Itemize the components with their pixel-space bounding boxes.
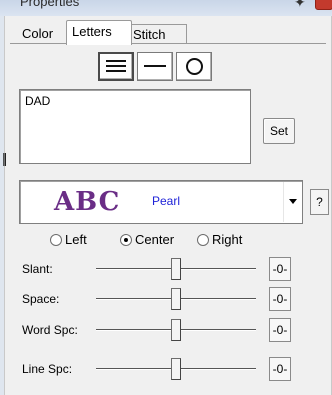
tab-letters[interactable]: Letters <box>66 20 132 45</box>
radio-right-label: Right <box>212 232 243 247</box>
single-line-icon <box>144 65 166 67</box>
slant-value-button[interactable]: -0- <box>269 257 291 281</box>
tab-stitch[interactable]: Stitch <box>127 24 187 44</box>
dock-edge <box>0 16 5 395</box>
circle-text-button[interactable] <box>176 52 212 81</box>
title-bar: Properties ✦ <box>0 0 332 16</box>
word-spacing-value-button[interactable]: -0- <box>269 318 291 342</box>
line-spacing-value-button[interactable]: -0- <box>269 357 291 381</box>
slant-label: Slant: <box>22 262 53 276</box>
multi-line-icon <box>106 60 126 74</box>
font-help-button[interactable]: ? <box>310 189 329 215</box>
radio-center-label: Center <box>135 232 175 247</box>
splitter-handle-icon[interactable]: || <box>2 150 7 166</box>
multi-line-button[interactable] <box>98 52 134 81</box>
space-value-button[interactable]: -0- <box>269 287 291 311</box>
tab-color[interactable]: Color <box>17 24 71 43</box>
font-dropdown[interactable]: ABC Pearl <box>19 180 303 224</box>
window-title: Properties <box>20 0 80 9</box>
font-name: Pearl <box>152 194 181 208</box>
dropdown-button[interactable] <box>283 182 302 222</box>
properties-panel: Properties ✦ Color Letters Stitch DAD Se… <box>0 0 332 395</box>
tab-divider <box>10 43 326 44</box>
pin-icon[interactable]: ✦ <box>294 0 306 11</box>
radio-right-dot <box>197 234 209 246</box>
lettering-text-value: DAD <box>25 94 51 108</box>
radio-left-label: Left <box>65 232 87 247</box>
lettering-text-input[interactable]: DAD <box>19 89 251 164</box>
line-spacing-label: Line Spc: <box>22 362 73 376</box>
chevron-down-icon <box>289 199 297 204</box>
radio-left-dot <box>50 234 62 246</box>
font-preview: ABC <box>54 187 121 217</box>
space-label: Space: <box>22 292 60 306</box>
close-button[interactable] <box>315 0 332 10</box>
set-button[interactable]: Set <box>263 118 295 144</box>
space-slider-thumb[interactable] <box>171 288 181 310</box>
word-spacing-slider-thumb[interactable] <box>171 319 181 341</box>
radio-center-dot <box>120 234 132 246</box>
circle-icon <box>186 58 203 75</box>
word-spacing-label: Word Spc: <box>22 323 78 337</box>
line-spacing-slider-thumb[interactable] <box>171 358 181 380</box>
slant-slider-thumb[interactable] <box>171 258 181 280</box>
single-line-button[interactable] <box>137 52 173 81</box>
